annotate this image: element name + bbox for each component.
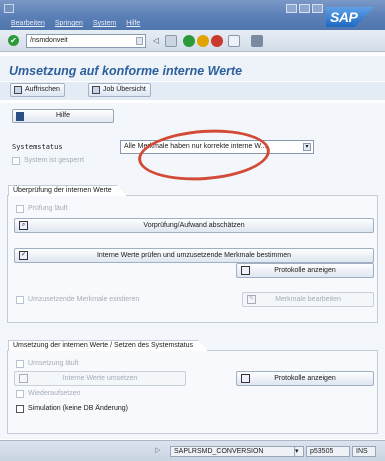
status-server: p53505 <box>306 446 350 457</box>
convert-group-title: Umsetzung der internen Werte / Setzen de… <box>8 340 208 351</box>
menu-system[interactable]: System <box>93 20 116 27</box>
convert-logs-button[interactable]: Protokolle anzeigen <box>236 371 374 386</box>
convert-icon <box>19 374 28 383</box>
system-locked-label: System ist gesperrt <box>24 157 84 164</box>
minimize-icon[interactable] <box>286 4 297 13</box>
conversion-running-label: Umsetzung läuft <box>28 360 79 367</box>
check-running-checkbox[interactable] <box>16 205 24 213</box>
status-expand-icon[interactable]: ▷ <box>152 446 163 457</box>
determine-characteristics-label: Interne Werte prüfen und umzusetzende Me… <box>96 252 292 259</box>
cancel-icon[interactable] <box>211 35 223 47</box>
rerun-label: Wiederaufsetzen <box>28 390 81 397</box>
job-overview-button[interactable]: Job Übersicht <box>88 83 151 97</box>
command-dropdown-icon[interactable] <box>136 37 143 45</box>
system-locked-checkbox[interactable] <box>12 157 20 165</box>
precheck-button[interactable]: ⌕ Vorprüfung/Aufwand abschätzen <box>14 218 374 233</box>
refresh-label: Auffrischen <box>25 86 60 93</box>
check-logs-label: Protokolle anzeigen <box>274 267 336 274</box>
status-mode: INS <box>352 446 376 457</box>
convert-logs-label: Protokolle anzeigen <box>274 375 336 382</box>
convert-values-label: Interne Werte umsetzen <box>62 375 138 382</box>
conversion-running-checkbox[interactable] <box>16 360 24 368</box>
previous-icon[interactable]: ◁ <box>150 35 162 47</box>
check-group-title: Überprüfung der internen Werte <box>8 185 127 196</box>
simulation-checkbox[interactable] <box>16 405 24 413</box>
find-icon[interactable] <box>251 35 263 47</box>
command-toolbar: ✔ /nsmdonveit ◁ <box>0 30 385 52</box>
maximize-icon[interactable] <box>299 4 310 13</box>
job-overview-label: Job Übersicht <box>103 86 146 93</box>
help-button[interactable]: Hilfe <box>12 109 114 123</box>
close-icon[interactable] <box>312 4 323 13</box>
execute-check-icon: ✓ <box>19 251 28 260</box>
enter-check-icon[interactable]: ✔ <box>8 35 19 46</box>
job-overview-icon <box>92 86 100 94</box>
pencil-icon: ✎ <box>247 295 256 304</box>
check-running-label: Prüfung läuft <box>28 205 68 212</box>
page-title: Umsetzung auf konforme interne Werte <box>9 64 243 78</box>
window-controls <box>286 4 323 13</box>
status-program: SAPLRSMD_CONVERSION <box>170 446 302 457</box>
save-icon[interactable] <box>165 35 177 47</box>
sap-logo: SAP <box>326 7 374 27</box>
edit-characteristics-button[interactable]: ✎ Merkmale bearbeiten <box>242 292 374 307</box>
edit-characteristics-label: Merkmale bearbeiten <box>275 296 341 303</box>
refresh-button[interactable]: Auffrischen <box>10 83 65 97</box>
simulation-label: Simulation (keine DB Änderung) <box>28 405 128 412</box>
log-icon <box>241 266 250 275</box>
rerun-checkbox[interactable] <box>16 390 24 398</box>
back-icon[interactable] <box>183 35 195 47</box>
menu-bar: Bearbeiten Springen System Hilfe <box>11 20 140 27</box>
system-menu-icon[interactable] <box>4 4 14 13</box>
check-logs-button[interactable]: Protokolle anzeigen <box>236 263 374 278</box>
menu-hilfe[interactable]: Hilfe <box>126 20 140 27</box>
chars-exist-label: Umzusetzende Merkmale existieren <box>28 296 140 303</box>
print-icon[interactable] <box>228 35 240 47</box>
determine-characteristics-button[interactable]: ✓ Interne Werte prüfen und umzusetzende … <box>14 248 374 263</box>
precheck-button-label: Vorprüfung/Aufwand abschätzen <box>143 222 245 229</box>
command-field[interactable]: /nsmdonveit <box>26 34 146 48</box>
chars-exist-checkbox[interactable] <box>16 296 24 304</box>
menu-bearbeiten[interactable]: Bearbeiten <box>11 20 45 27</box>
log-icon <box>241 374 250 383</box>
status-server-dropdown-icon[interactable]: ▾ <box>294 446 304 457</box>
menu-springen[interactable]: Springen <box>55 20 83 27</box>
convert-values-button[interactable]: Interne Werte umsetzen <box>14 371 186 386</box>
status-program-text: SAPLRSMD_CONVERSION <box>174 448 264 455</box>
magnifier-icon: ⌕ <box>19 221 28 230</box>
command-field-value: /nsmdonveit <box>30 37 68 44</box>
info-icon <box>16 112 24 121</box>
refresh-icon <box>14 86 22 94</box>
help-button-label: Hilfe <box>55 112 70 119</box>
system-status-label: Systemstatus <box>12 143 63 151</box>
exit-icon[interactable] <box>197 35 209 47</box>
sap-header: Bearbeiten Springen System Hilfe SAP <box>0 0 385 30</box>
chevron-down-icon[interactable]: ▾ <box>303 143 311 151</box>
